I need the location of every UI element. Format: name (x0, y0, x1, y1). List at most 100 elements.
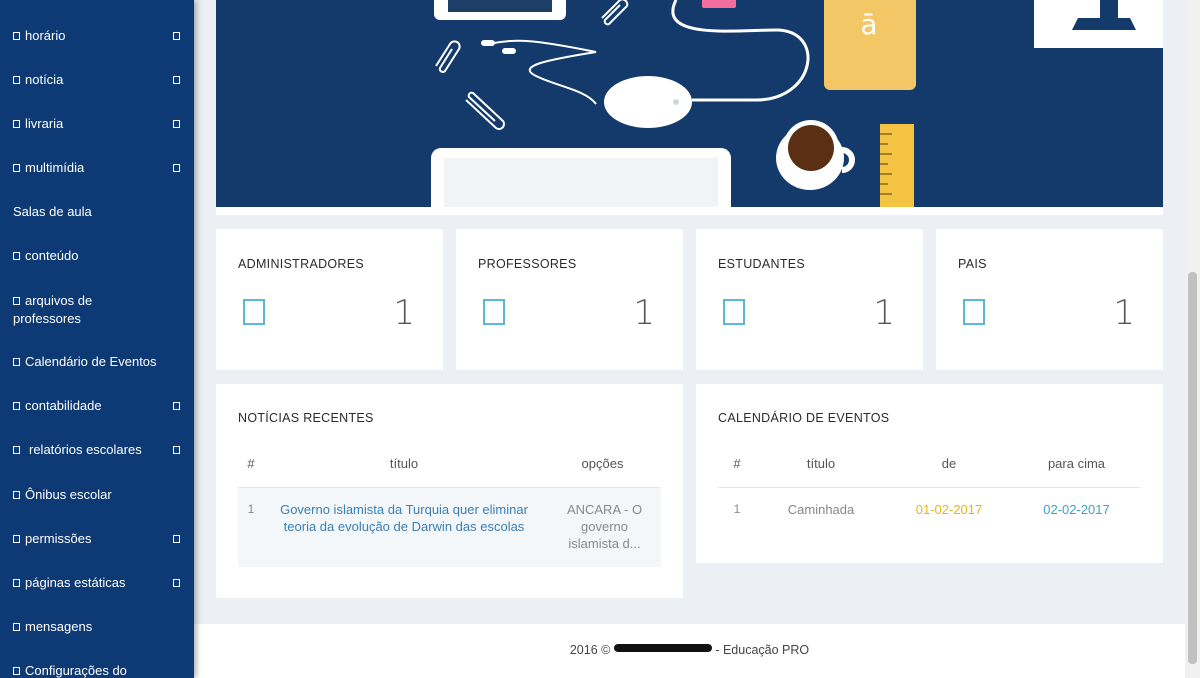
row-number: 1 (733, 501, 741, 516)
events-panel: CALENDÁRIO DE EVENTOS # título de para c… (696, 384, 1163, 563)
event-date-to: 02-02-2017 (1043, 501, 1110, 517)
sidebar-item-label: Salas de aula (13, 204, 92, 219)
chevron-icon (173, 164, 180, 172)
stat-icon (243, 299, 265, 325)
sidebar-item-onibus-escolar[interactable]: Ônibus escolar (13, 486, 183, 504)
column-header: opções (581, 456, 624, 472)
menu-icon (13, 667, 20, 675)
sidebar-item-label: Ônibus escolar (25, 487, 112, 502)
menu-icon (13, 446, 20, 454)
footer-brand: - Educação PRO (715, 643, 810, 657)
notebook-letter: ā (860, 8, 877, 41)
sidebar-item-label: contabilidade (25, 398, 102, 413)
sidebar-item-livraria[interactable]: livraria (13, 115, 183, 133)
stat-card-pais: PAIS 1 (936, 229, 1163, 370)
stat-value: 1 (633, 293, 655, 333)
sidebar-item-label: Calendário de Eventos (25, 354, 157, 369)
table-row: 1 Governo islamista da Turquia quer elim… (238, 487, 661, 567)
stat-value: 1 (873, 293, 895, 333)
page-scrollbar[interactable] (1185, 0, 1200, 678)
menu-icon (13, 76, 20, 84)
menu-icon (13, 491, 20, 499)
menu-icon (13, 252, 20, 260)
sidebar-item-paginas-estaticas[interactable]: páginas estáticas (13, 574, 183, 592)
sidebar-item-label: horário (25, 28, 66, 43)
stat-icon (723, 299, 745, 325)
menu-icon (13, 535, 20, 543)
sidebar-item-label: páginas estáticas (25, 575, 126, 590)
footer-copyright: 2016 © (569, 643, 611, 657)
sidebar-item-label: conteúdo (25, 248, 79, 263)
sidebar-item-label: Configurações do (25, 663, 127, 678)
footer-text: 2016 © - Educação PRO (194, 643, 1185, 657)
sidebar-item-label: permissões (25, 531, 92, 546)
redacted-company-name (613, 644, 712, 652)
stat-value: 1 (393, 293, 415, 333)
menu-icon (13, 579, 20, 587)
stat-icon (963, 299, 985, 325)
event-date-from: 01-02-2017 (915, 501, 983, 517)
column-header: título (806, 456, 836, 472)
menu-icon (13, 120, 20, 128)
sidebar-item-configuracoes[interactable]: Configurações do (13, 662, 183, 678)
sidebar-item-relatorios-escolares[interactable]: relatórios escolares (13, 441, 183, 459)
sidebar-item-noticia[interactable]: notícia (13, 71, 183, 89)
column-header: de (941, 456, 957, 472)
sidebar-item-salas-de-aula[interactable]: Salas de aula (13, 203, 183, 221)
sidebar-item-conteudo[interactable]: conteúdo (13, 247, 183, 265)
banner-card: ā (216, 0, 1163, 215)
stat-label: ADMINISTRADORES (238, 257, 365, 271)
sidebar-item-arquivos-de-professores[interactable]: arquivos de professores (13, 292, 133, 328)
sidebar-item-label: notícia (25, 72, 64, 87)
sidebar-item-label: arquivos de professores (13, 293, 93, 326)
column-header: para cima (1047, 456, 1106, 472)
stat-value: 1 (1113, 293, 1135, 333)
chevron-icon (173, 32, 180, 40)
sidebar-item-horario[interactable]: horário (13, 27, 183, 45)
column-header: título (389, 456, 419, 472)
panel-title: CALENDÁRIO DE EVENTOS (718, 411, 890, 425)
menu-icon (13, 164, 20, 172)
sidebar-item-permissoes[interactable]: permissões (13, 530, 183, 548)
column-header: # (247, 456, 255, 472)
desk-illustration: ā (216, 0, 1163, 207)
event-title: Caminhada (787, 501, 855, 517)
menu-icon (13, 623, 20, 631)
menu-icon (13, 402, 20, 410)
sidebar-item-multimidia[interactable]: multimídia (13, 159, 183, 177)
menu-icon (13, 358, 20, 366)
stat-card-professores: PROFESSORES 1 (456, 229, 683, 370)
row-number: 1 (247, 501, 255, 516)
stat-label: ESTUDANTES (718, 257, 806, 271)
chevron-icon (173, 120, 180, 128)
menu-icon (13, 297, 20, 305)
news-panel: NOTÍCIAS RECENTES # título opções 1 Gove… (216, 384, 683, 598)
chevron-icon (173, 579, 180, 587)
sidebar-item-label: mensagens (25, 619, 93, 634)
stat-label: PROFESSORES (478, 257, 577, 271)
events-table: # título de para cima 1 Caminhada 01-02-… (718, 441, 1141, 531)
stat-card-administradores: ADMINISTRADORES 1 (216, 229, 443, 370)
scrollbar-thumb[interactable] (1188, 272, 1197, 664)
chevron-icon (173, 76, 180, 84)
panel-title: NOTÍCIAS RECENTES (238, 411, 374, 425)
sidebar: horário notícia livraria multimídia Sala… (0, 0, 194, 678)
sidebar-item-mensagens[interactable]: mensagens (13, 618, 183, 636)
news-table: # título opções 1 Governo islamista da T… (238, 441, 661, 567)
sidebar-item-label: relatórios escolares (29, 442, 142, 457)
sidebar-item-contabilidade[interactable]: contabilidade (13, 397, 183, 415)
stat-label: PAIS (958, 257, 987, 271)
sidebar-item-calendario-de-eventos[interactable]: Calendário de Eventos (13, 353, 183, 371)
sidebar-item-label: livraria (25, 116, 64, 131)
column-header: # (733, 456, 741, 472)
table-row: 1 Caminhada 01-02-2017 02-02-2017 (718, 487, 1141, 531)
news-title-link[interactable]: Governo islamista da Turquia quer elimin… (264, 487, 544, 567)
chevron-icon (173, 402, 180, 410)
stat-card-estudantes: ESTUDANTES 1 (696, 229, 923, 370)
sidebar-item-label: multimídia (25, 160, 85, 175)
news-options: ANCARA - O governo islamista d... (566, 501, 643, 551)
footer: 2016 © - Educação PRO (194, 624, 1185, 678)
banner-illustration: ā (216, 0, 1163, 207)
chevron-icon (173, 446, 180, 454)
chevron-icon (173, 535, 180, 543)
